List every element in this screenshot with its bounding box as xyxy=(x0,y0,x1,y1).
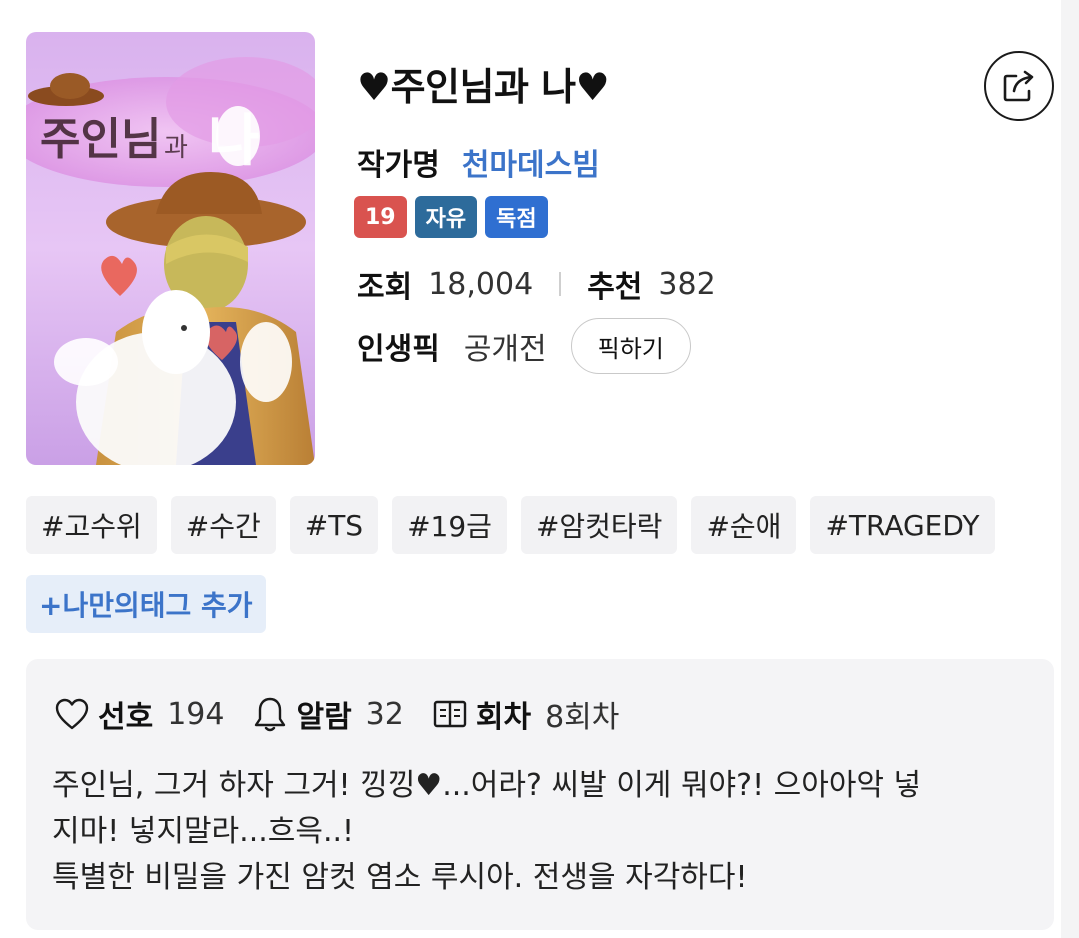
recommend-label: 추천 xyxy=(587,270,643,305)
scrollbar-track[interactable] xyxy=(1061,0,1079,938)
author-name-link[interactable]: 천마데스빔 xyxy=(462,140,600,184)
age-rating-badge: 19 xyxy=(354,196,407,238)
cover-title-main: 주인님 xyxy=(40,114,161,165)
heart-outline-icon xyxy=(52,694,92,734)
cover-image[interactable]: 주인님 과 나 xyxy=(26,32,315,465)
alarm-button[interactable]: 알람 32 xyxy=(250,692,404,736)
tag-item[interactable]: #19금 xyxy=(392,496,507,554)
tag-item[interactable]: #순애 xyxy=(691,496,797,554)
synopsis-line: 특별한 비밀을 가진 암컷 염소 루시아. 전생을 자각하다! xyxy=(52,860,748,895)
episode-label: 회차 xyxy=(475,700,532,735)
tag-item[interactable]: #수간 xyxy=(170,496,276,554)
like-button[interactable]: 선호 194 xyxy=(52,692,224,736)
tag-item[interactable]: #TRAGEDY xyxy=(810,496,995,554)
add-my-tag-button[interactable]: +나만의태그 추가 xyxy=(26,575,266,633)
share-button[interactable] xyxy=(984,51,1054,121)
novel-detail-page: 주인님 과 나 ♥주인님과 나♥ xyxy=(0,0,1079,938)
stat-divider xyxy=(559,272,562,296)
like-label: 선호 xyxy=(98,700,154,735)
author-label: 작가명 xyxy=(357,148,440,183)
life-pick-label: 인생픽 xyxy=(357,332,440,367)
episode-count: 8회차 xyxy=(545,700,620,735)
cover-illustration: 주인님 과 나 xyxy=(26,57,315,465)
summary-box: 선호 194 알람 32 회차 8회차 주인님, 그거 하자 그거! 낑낑♥..… xyxy=(26,659,1054,930)
free-badge: 자유 xyxy=(414,196,478,238)
views-label: 조회 xyxy=(357,270,413,305)
book-icon xyxy=(430,694,470,734)
novel-title: ♥주인님과 나♥ xyxy=(357,65,610,109)
pick-button[interactable]: 픽하기 xyxy=(570,318,691,374)
tag-item[interactable]: #TS xyxy=(289,496,379,554)
like-count: 194 xyxy=(167,696,225,732)
exclusive-badge: 독점 xyxy=(485,196,548,238)
stats-row: 조회 18,004 추천 382 xyxy=(357,262,716,306)
tag-item[interactable]: #암컷타락 xyxy=(520,496,678,554)
synopsis-text: 주인님, 그거 하자 그거! 낑낑♥...어라? 씨발 이게 뭐야?! 으아아악… xyxy=(52,763,1032,901)
author-row: 작가명 천마데스빔 xyxy=(357,140,600,184)
synopsis-line: 지마! 넣지말라...흐윽..! xyxy=(52,814,355,849)
recommend-count: 382 xyxy=(658,266,716,302)
life-pick-status: 공개전 xyxy=(463,332,547,367)
cover-title-conj: 과 xyxy=(164,133,188,163)
summary-meta-row: 선호 194 알람 32 회차 8회차 xyxy=(52,692,645,736)
synopsis-line: 주인님, 그거 하자 그거! 낑낑♥...어라? 씨발 이게 뭐야?! 으아아악… xyxy=(52,768,922,803)
share-icon xyxy=(1003,70,1034,102)
badge-group: 19 자유 독점 xyxy=(354,196,548,238)
alarm-count: 32 xyxy=(365,696,404,732)
tag-item[interactable]: #고수위 xyxy=(26,496,157,554)
alarm-label: 알람 xyxy=(296,700,352,735)
episode-info[interactable]: 회차 8회차 xyxy=(430,692,620,736)
tag-list: #고수위 #수간 #TS #19금 #암컷타락 #순애 #TRAGEDY xyxy=(26,496,995,554)
life-pick-row: 인생픽 공개전 픽하기 xyxy=(357,318,691,374)
bell-icon xyxy=(250,694,290,734)
views-count: 18,004 xyxy=(428,266,534,302)
